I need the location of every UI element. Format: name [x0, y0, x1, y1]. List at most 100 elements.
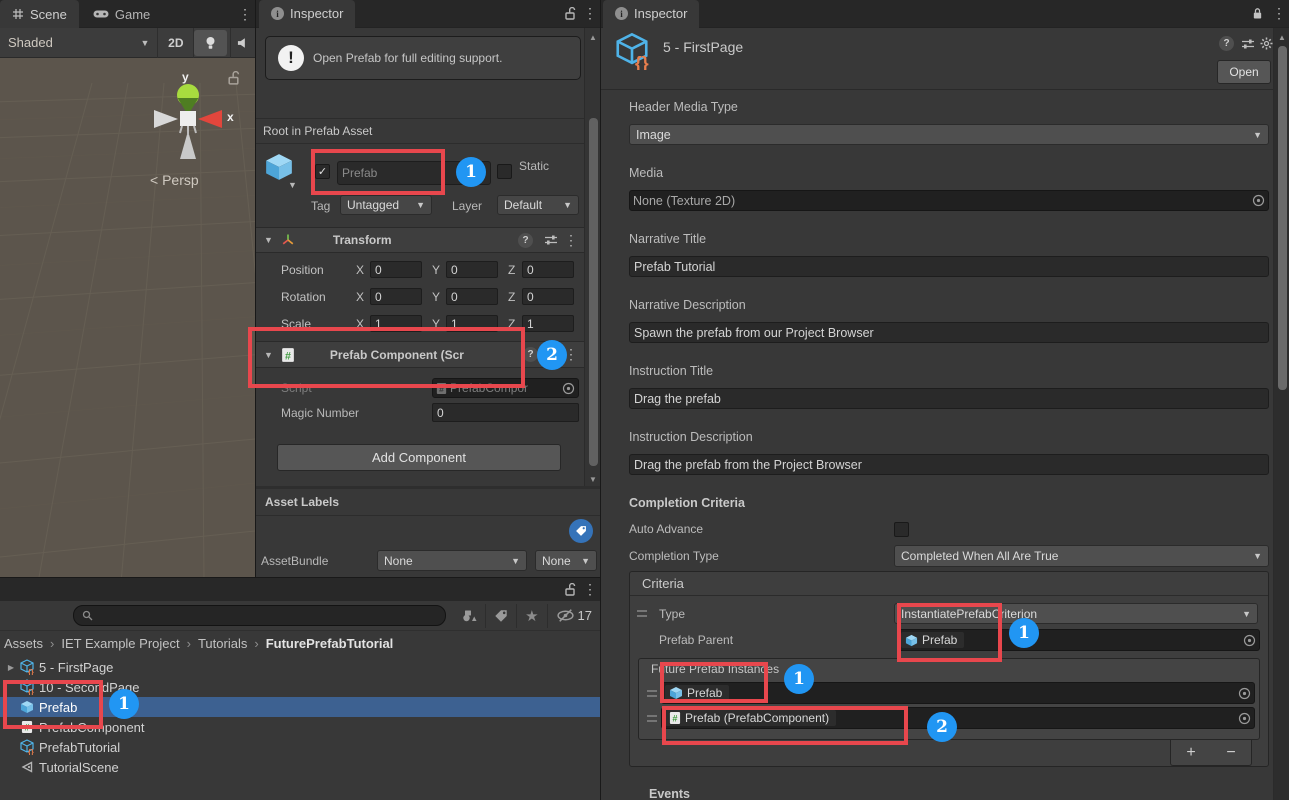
scroll-up-icon[interactable]: ▲: [1274, 33, 1289, 42]
scene-menu-kebab[interactable]: ⋮: [235, 0, 255, 27]
criterion-type-label: Type: [659, 607, 894, 621]
unlock-icon[interactable]: [227, 71, 240, 85]
scroll-down-icon[interactable]: ▼: [585, 475, 601, 484]
tab-game[interactable]: Game: [81, 0, 162, 28]
object-picker-icon[interactable]: [1238, 712, 1251, 725]
orientation-gizmo[interactable]: [140, 75, 255, 185]
toggle-2d-button[interactable]: 2D: [158, 28, 193, 58]
axis-input[interactable]: 0: [446, 261, 498, 278]
help-icon[interactable]: ?: [518, 233, 533, 248]
criteria-header[interactable]: Criteria: [630, 572, 1268, 596]
breadcrumb-item[interactable]: Assets: [4, 636, 43, 651]
annotation-badge-1: 1: [109, 689, 139, 719]
static-checkbox[interactable]: [497, 164, 512, 179]
project-item[interactable]: ▶{}5 - FirstPage: [0, 657, 600, 677]
remove-item-button[interactable]: −: [1226, 744, 1235, 762]
object-picker-icon[interactable]: [1243, 634, 1256, 647]
field-group: Narrative TitlePrefab Tutorial: [629, 232, 1269, 277]
assetbundle-variant-dropdown[interactable]: None▼: [535, 550, 597, 571]
add-item-button[interactable]: +: [1186, 744, 1195, 762]
completion-criteria-header: Completion Criteria: [629, 496, 1269, 511]
field-text-input[interactable]: Drag the prefab from the Project Browser: [629, 454, 1269, 475]
project-item[interactable]: {}PrefabTutorial: [0, 737, 600, 757]
auto-advance-checkbox[interactable]: [894, 522, 909, 537]
project-kebab[interactable]: ⋮: [580, 581, 600, 598]
mid-inspector-tab[interactable]: i Inspector: [259, 0, 355, 28]
project-item-label: TutorialScene: [39, 760, 119, 775]
svg-text:{}: {}: [635, 53, 649, 70]
foldout-icon[interactable]: ▼: [264, 235, 273, 245]
scroll-up-icon[interactable]: ▲: [585, 33, 601, 42]
object-picker-icon[interactable]: [1238, 687, 1251, 700]
drag-handle-icon[interactable]: [637, 610, 647, 617]
lock-icon[interactable]: [1246, 7, 1269, 20]
magic-number-label: Magic Number: [281, 406, 359, 420]
hidden-count-button[interactable]: 17: [548, 605, 600, 627]
expand-arrow-icon[interactable]: ▶: [4, 663, 18, 672]
asset-labels-header[interactable]: Asset Labels: [256, 489, 601, 516]
transform-header[interactable]: ▼ Transform ? ⋮: [256, 227, 584, 253]
mid-inspector-kebab[interactable]: ⋮: [580, 5, 600, 22]
project-titlebar: ⋮: [0, 578, 600, 601]
annotation-badge-2: 2: [537, 340, 567, 370]
breadcrumb-item[interactable]: FuturePrefabTutorial: [266, 636, 394, 651]
right-inspector-kebab[interactable]: ⋮: [1269, 5, 1289, 22]
perspective-indicator[interactable]: < Persp: [150, 172, 199, 188]
help-icon[interactable]: ?: [1219, 36, 1234, 51]
magic-number-field[interactable]: 0: [432, 403, 579, 422]
right-scrollbar-thumb[interactable]: [1278, 46, 1287, 390]
drag-handle-icon[interactable]: [647, 690, 657, 697]
mid-scrollbar-thumb[interactable]: [589, 118, 598, 466]
right-scrollbar[interactable]: ▲: [1273, 28, 1289, 800]
mid-scrollbar[interactable]: ▲ ▼: [584, 28, 601, 488]
search-by-type-button[interactable]: [454, 605, 485, 627]
axis-input[interactable]: 0: [522, 261, 574, 278]
breadcrumb-item[interactable]: Tutorials: [198, 636, 247, 651]
field-dropdown[interactable]: Image▼: [629, 124, 1269, 145]
field-label: Narrative Description: [629, 298, 1269, 313]
object-picker-icon[interactable]: [1252, 194, 1265, 207]
project-item[interactable]: TutorialScene: [0, 757, 600, 777]
presets-icon[interactable]: [1241, 38, 1255, 50]
object-picker-icon[interactable]: [562, 382, 575, 395]
search-by-label-button[interactable]: [486, 605, 516, 627]
favorites-button[interactable]: ★: [517, 605, 546, 627]
asset-label-tag-button[interactable]: [569, 519, 593, 543]
open-button[interactable]: Open: [1217, 60, 1271, 84]
gear-icon[interactable]: [1260, 37, 1273, 50]
drag-handle-icon[interactable]: [647, 715, 657, 722]
tab-scene[interactable]: Scene: [0, 0, 79, 28]
completion-type-dropdown[interactable]: Completed When All Are True▼: [894, 545, 1269, 567]
axis-input[interactable]: 0: [370, 261, 422, 278]
gamepad-icon: [93, 9, 109, 19]
layer-dropdown[interactable]: Default▼: [497, 195, 579, 215]
field-text-input[interactable]: Spawn the prefab from our Project Browse…: [629, 322, 1269, 343]
field-value: Drag the prefab: [634, 392, 721, 406]
axis-input[interactable]: 0: [370, 288, 422, 305]
field-text-input[interactable]: Prefab Tutorial: [629, 256, 1269, 277]
field-object[interactable]: None (Texture 2D): [629, 190, 1269, 211]
field-text-input[interactable]: Drag the prefab: [629, 388, 1269, 409]
scene-viewport[interactable]: y x < Persp: [0, 58, 255, 577]
breadcrumb-item[interactable]: IET Example Project: [61, 636, 179, 651]
unlock-icon[interactable]: [560, 7, 580, 20]
assetbundle-dropdown[interactable]: None▼: [377, 550, 527, 571]
annotation-box-instance-2: [662, 706, 908, 745]
axis-input[interactable]: 1: [522, 315, 574, 332]
presets-icon[interactable]: [544, 234, 558, 246]
tag-dropdown[interactable]: Untagged▼: [340, 195, 432, 215]
scene-audio-button[interactable]: [231, 28, 255, 58]
right-inspector-tab[interactable]: i Inspector: [603, 0, 699, 28]
search-input[interactable]: [73, 605, 446, 626]
axis-input[interactable]: 0: [522, 288, 574, 305]
chevron-down-icon[interactable]: ▼: [288, 180, 297, 190]
annotation-badge-2: 2: [927, 712, 957, 742]
transform-kebab[interactable]: ⋮: [564, 232, 576, 249]
help-icon[interactable]: ?: [523, 347, 538, 362]
axis-input[interactable]: 0: [446, 288, 498, 305]
add-component-button[interactable]: Add Component: [277, 444, 561, 471]
gameobject-prefab-icon[interactable]: [264, 152, 294, 182]
unlock-icon[interactable]: [560, 583, 580, 596]
shading-mode-dropdown[interactable]: Shaded ▼: [0, 28, 157, 58]
scene-lighting-button[interactable]: [194, 30, 227, 56]
